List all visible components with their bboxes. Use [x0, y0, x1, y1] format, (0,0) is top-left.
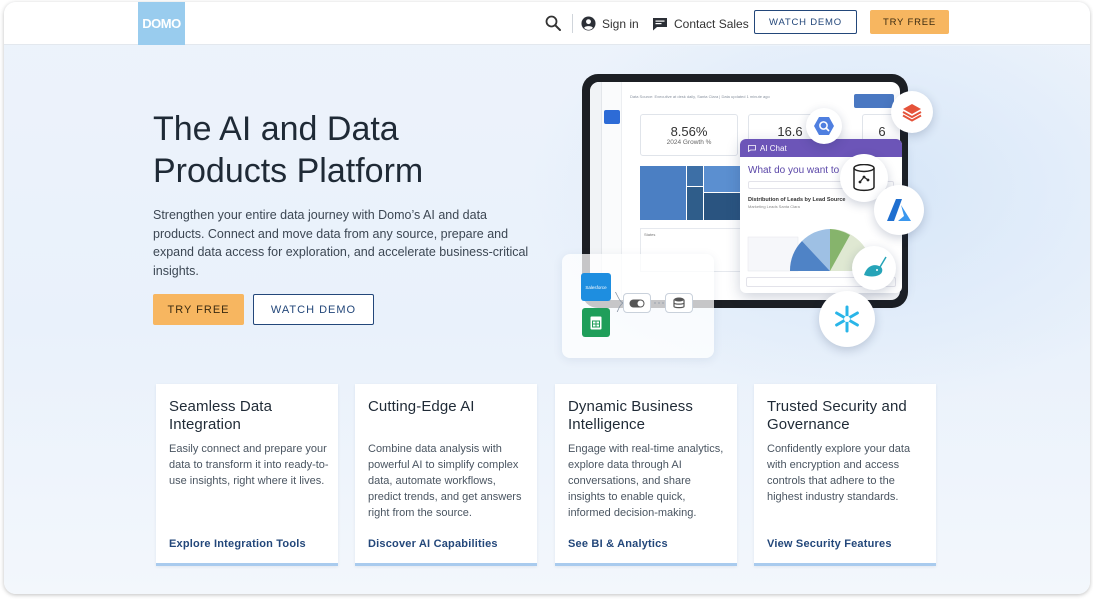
signin-link[interactable]: Sign in	[581, 14, 639, 33]
watch-demo-button[interactable]: WATCH DEMO	[253, 294, 374, 325]
data-source-text: Data Source: Executive at desk daily, Sa…	[630, 94, 770, 99]
google-bigquery-badge	[806, 108, 842, 144]
top-nav: DOMO Sign in Contact Sales WATCH DEMO TR…	[4, 2, 1090, 45]
card-title: Trusted Security and Governance	[767, 398, 907, 433]
cylinder-icon	[853, 164, 875, 192]
databricks-badge	[891, 91, 933, 133]
view-security-link[interactable]: View Security Features	[767, 538, 892, 550]
narwhal-badge	[852, 246, 896, 290]
feature-card-integration: Seamless Data Integration Easily connect…	[156, 384, 338, 566]
kpi-label: 2024 Growth %	[666, 139, 712, 146]
card-body: Confidently explore your data with encry…	[767, 443, 911, 503]
card-title: Dynamic Business Intelligence	[568, 398, 693, 433]
azure-icon	[887, 199, 911, 221]
snowflake-icon	[835, 305, 859, 333]
chat-icon	[748, 144, 756, 152]
kpi-value: 6	[878, 124, 886, 139]
contact-sales-link[interactable]: Contact Sales	[652, 14, 749, 33]
azure-badge	[874, 185, 924, 235]
states-label: States	[644, 232, 656, 237]
treemap-chart	[640, 166, 740, 220]
feature-card-security: Trusted Security and Governance Confiden…	[754, 384, 936, 566]
kpi-card-growth: 8.56% 2024 Growth %	[640, 114, 738, 156]
dashboard-nav-active	[604, 110, 620, 124]
database-node	[665, 293, 693, 313]
domo-logo[interactable]: DOMO	[138, 2, 185, 45]
feature-card-bi: Dynamic Business Intelligence Engage wit…	[555, 384, 737, 566]
explore-integration-link[interactable]: Explore Integration Tools	[169, 538, 306, 550]
hero-title-line1: The AI and Data	[153, 110, 399, 148]
card-title: Seamless Data Integration	[169, 398, 273, 433]
hero-title-line2: Products Platform	[153, 152, 424, 190]
salesforce-label: Salesforce	[585, 284, 607, 290]
hero-title: The AI and Data Products Platform	[153, 108, 533, 192]
treemap-block	[704, 166, 740, 192]
treemap-block	[704, 193, 740, 220]
search-icon[interactable]	[544, 14, 562, 32]
database-icon	[673, 297, 685, 309]
card-body: Easily connect and prepare your data to …	[169, 443, 329, 487]
card-body: Engage with real-time analytics, explore…	[568, 443, 724, 519]
treemap-block	[687, 166, 703, 186]
treemap-block	[687, 187, 703, 220]
bigquery-icon	[814, 117, 834, 135]
dashboard-top-button	[854, 94, 894, 108]
page: DOMO Sign in Contact Sales WATCH DEMO TR…	[4, 2, 1090, 594]
kpi-value: 8.56%	[670, 124, 708, 139]
discover-ai-link[interactable]: Discover AI Capabilities	[368, 538, 498, 550]
try-free-button[interactable]: TRY FREE	[153, 294, 244, 325]
spreadsheet-icon	[582, 308, 610, 337]
card-title: Cutting-Edge AI	[368, 398, 475, 415]
transform-node	[623, 293, 651, 313]
watch-demo-button-header[interactable]: WATCH DEMO	[754, 10, 857, 34]
card-body: Combine data analysis with powerful AI t…	[368, 443, 522, 519]
see-bi-link[interactable]: See BI & Analytics	[568, 538, 668, 550]
narwhal-icon	[864, 256, 887, 277]
chat-bubble-icon	[653, 17, 667, 30]
signin-label: Sign in	[602, 16, 639, 31]
user-icon	[581, 16, 596, 31]
salesforce-icon: Salesforce	[581, 273, 611, 301]
toggle-icon	[629, 299, 645, 307]
chat-chart-subtitle: Marketing Leads Santa Clara	[748, 204, 800, 209]
hero-subtitle: Strengthen your entire data journey with…	[153, 208, 529, 278]
ai-chat-title: AI Chat	[760, 143, 787, 153]
contact-sales-label: Contact Sales	[674, 16, 749, 31]
treemap-block	[640, 166, 686, 220]
nav-divider	[572, 14, 573, 33]
feature-card-ai: Cutting-Edge AI Combine data analysis wi…	[355, 384, 537, 566]
snowflake-badge	[819, 291, 875, 347]
databricks-icon	[902, 104, 922, 122]
try-free-button-header[interactable]: TRY FREE	[870, 10, 949, 34]
